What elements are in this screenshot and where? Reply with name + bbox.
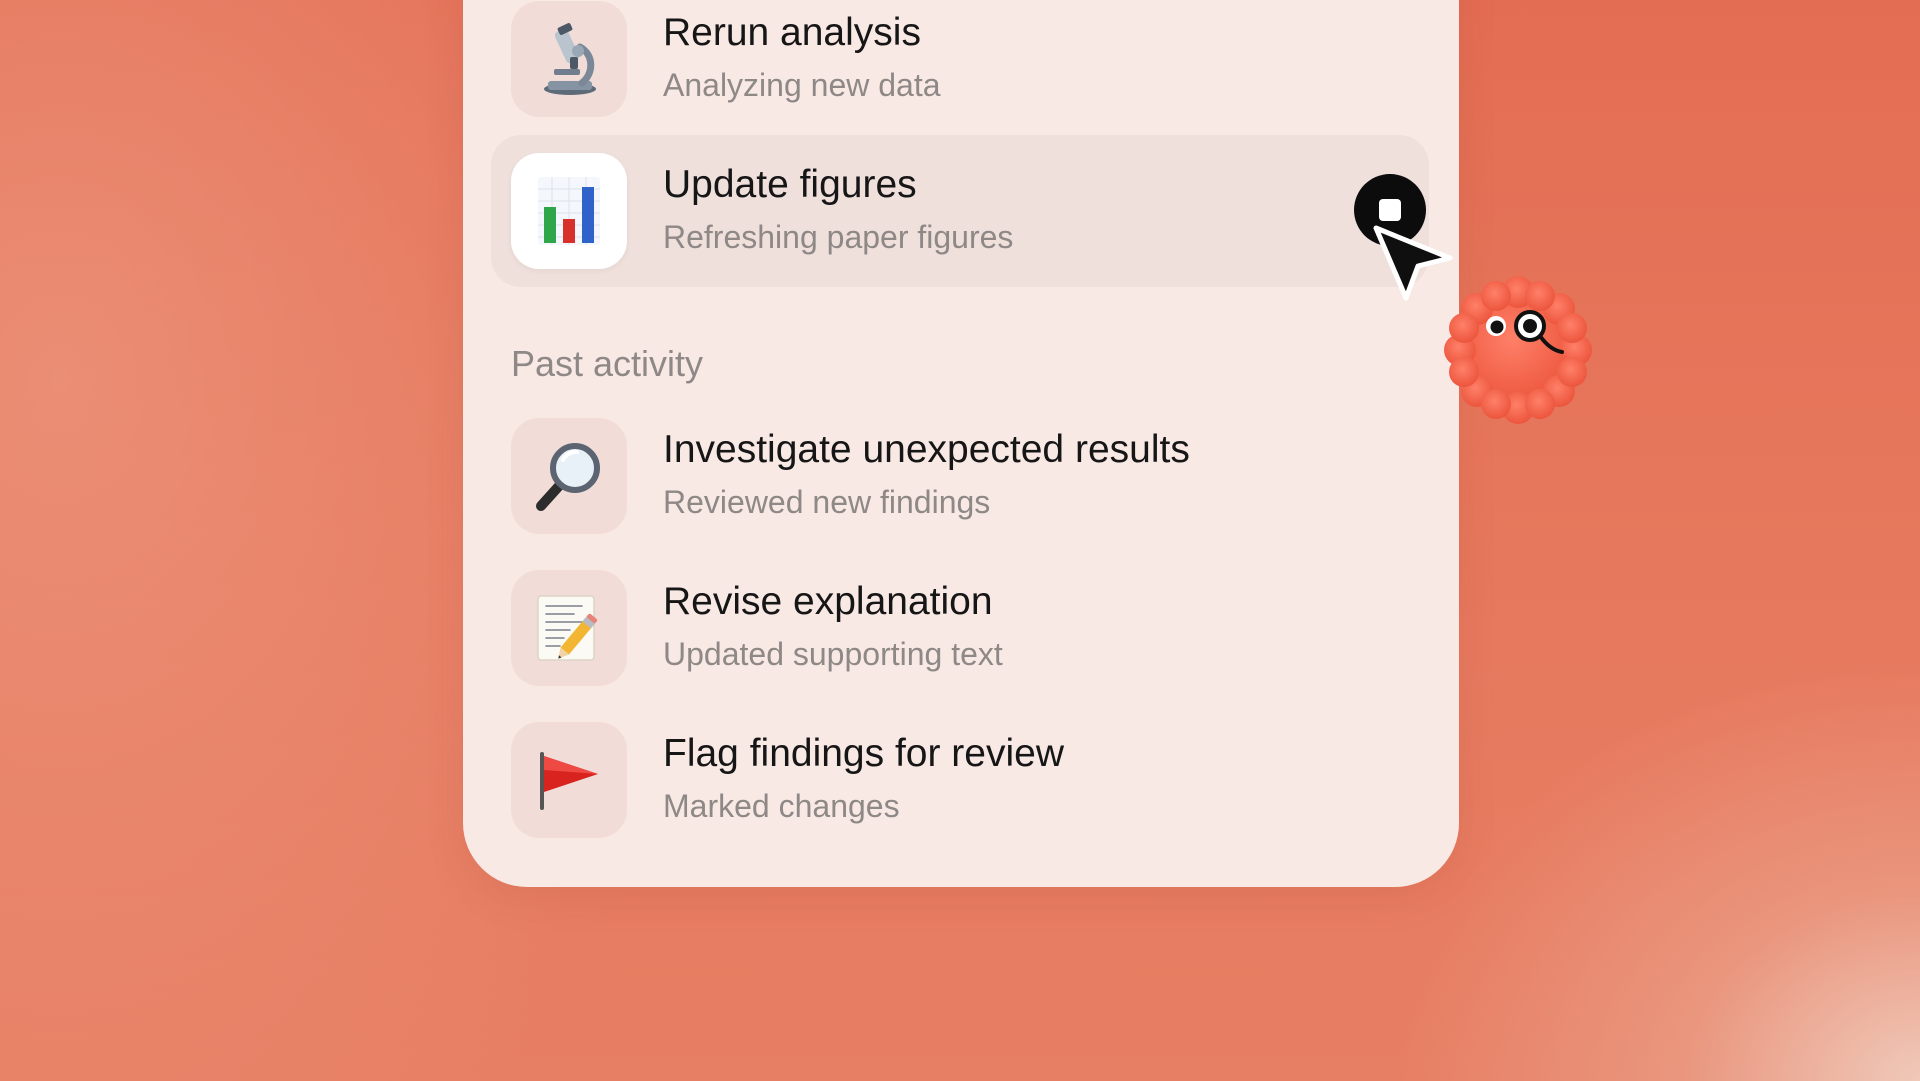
activity-title: Investigate unexpected results [663,428,1190,471]
activity-subtitle: Reviewed new findings [663,484,991,520]
mascot-icon [1444,276,1592,424]
magnifying-glass-icon [511,418,627,534]
bar-chart-icon [511,153,627,269]
task-row-update-figures[interactable]: Update figures Refreshing paper figures [491,135,1429,287]
red-flag-icon [511,722,627,838]
stop-icon [1379,199,1401,221]
activity-subtitle: Updated supporting text [663,636,1003,672]
activity-subtitle: Marked changes [663,788,900,824]
activity-row-revise-explanation[interactable]: Revise explanation Updated supporting te… [511,570,1433,722]
task-subtitle: Analyzing new data [663,67,941,103]
activity-title: Revise explanation [663,580,993,623]
activity-row-investigate[interactable]: Investigate unexpected results Reviewed … [511,418,1433,570]
memo-pencil-icon [511,570,627,686]
section-label-past-activity: Past activity [511,343,704,384]
activity-panel: Rerun analysis Analyzing new data Update… [463,0,1459,887]
activity-row-flag-findings[interactable]: Flag findings for review Marked changes [511,722,1433,874]
activity-title: Flag findings for review [663,732,1065,775]
microscope-icon [511,1,627,117]
task-row-rerun-analysis[interactable]: Rerun analysis Analyzing new data [511,1,1433,153]
task-subtitle: Refreshing paper figures [663,219,1014,255]
task-title: Update figures [663,163,917,206]
task-title: Rerun analysis [663,11,921,54]
